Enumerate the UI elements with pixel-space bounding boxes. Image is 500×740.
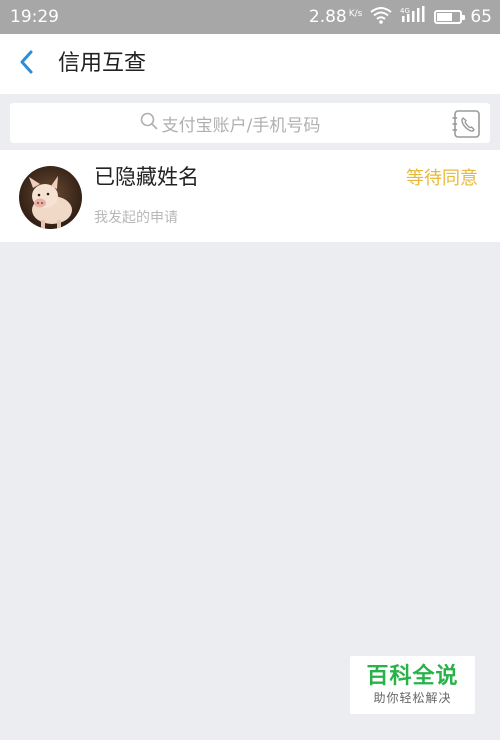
battery-level-fill bbox=[437, 13, 452, 21]
network-speed: 2.88 K/s bbox=[309, 7, 362, 27]
network-type-label: 4G bbox=[400, 7, 410, 15]
status-indicators: 2.88 K/s 4G 65 bbox=[309, 5, 492, 29]
avatar bbox=[19, 166, 82, 229]
back-button[interactable] bbox=[12, 49, 42, 79]
watermark-logo: 百科全说 助你轻松解决 bbox=[350, 656, 475, 714]
chevron-left-icon bbox=[19, 49, 35, 79]
status-time: 19:29 bbox=[10, 7, 59, 27]
cellular-signal-icon: 4G bbox=[400, 5, 426, 29]
battery-icon bbox=[434, 10, 466, 24]
request-subtitle: 我发起的申请 bbox=[94, 210, 178, 226]
page-title: 信用互查 bbox=[58, 51, 147, 76]
search-input[interactable]: 支付宝账户/手机号码 bbox=[10, 103, 490, 143]
contacts-button[interactable] bbox=[452, 109, 482, 139]
search-placeholder-text: 支付宝账户/手机号码 bbox=[161, 115, 321, 136]
search-placeholder: 支付宝账户/手机号码 bbox=[10, 103, 450, 143]
network-speed-unit: K/s bbox=[348, 9, 363, 19]
wifi-icon bbox=[370, 6, 392, 29]
phone-contacts-icon bbox=[452, 110, 482, 143]
nav-bar: 信用互查 bbox=[0, 34, 500, 94]
battery-percentage: 65 bbox=[470, 7, 492, 27]
watermark-subtitle: 助你轻松解决 bbox=[373, 691, 452, 705]
network-speed-value: 2.88 bbox=[308, 7, 347, 27]
status-bar: 19:29 2.88 K/s 4G 65 bbox=[0, 0, 500, 34]
status-badge: 等待同意 bbox=[406, 168, 478, 189]
watermark-title: 百科全说 bbox=[366, 664, 459, 689]
list-item[interactable]: 已隐藏姓名 我发起的申请 等待同意 bbox=[0, 150, 500, 242]
search-icon bbox=[140, 112, 158, 135]
search-section: 支付宝账户/手机号码 bbox=[0, 94, 500, 150]
contact-name: 已隐藏姓名 bbox=[94, 165, 199, 189]
